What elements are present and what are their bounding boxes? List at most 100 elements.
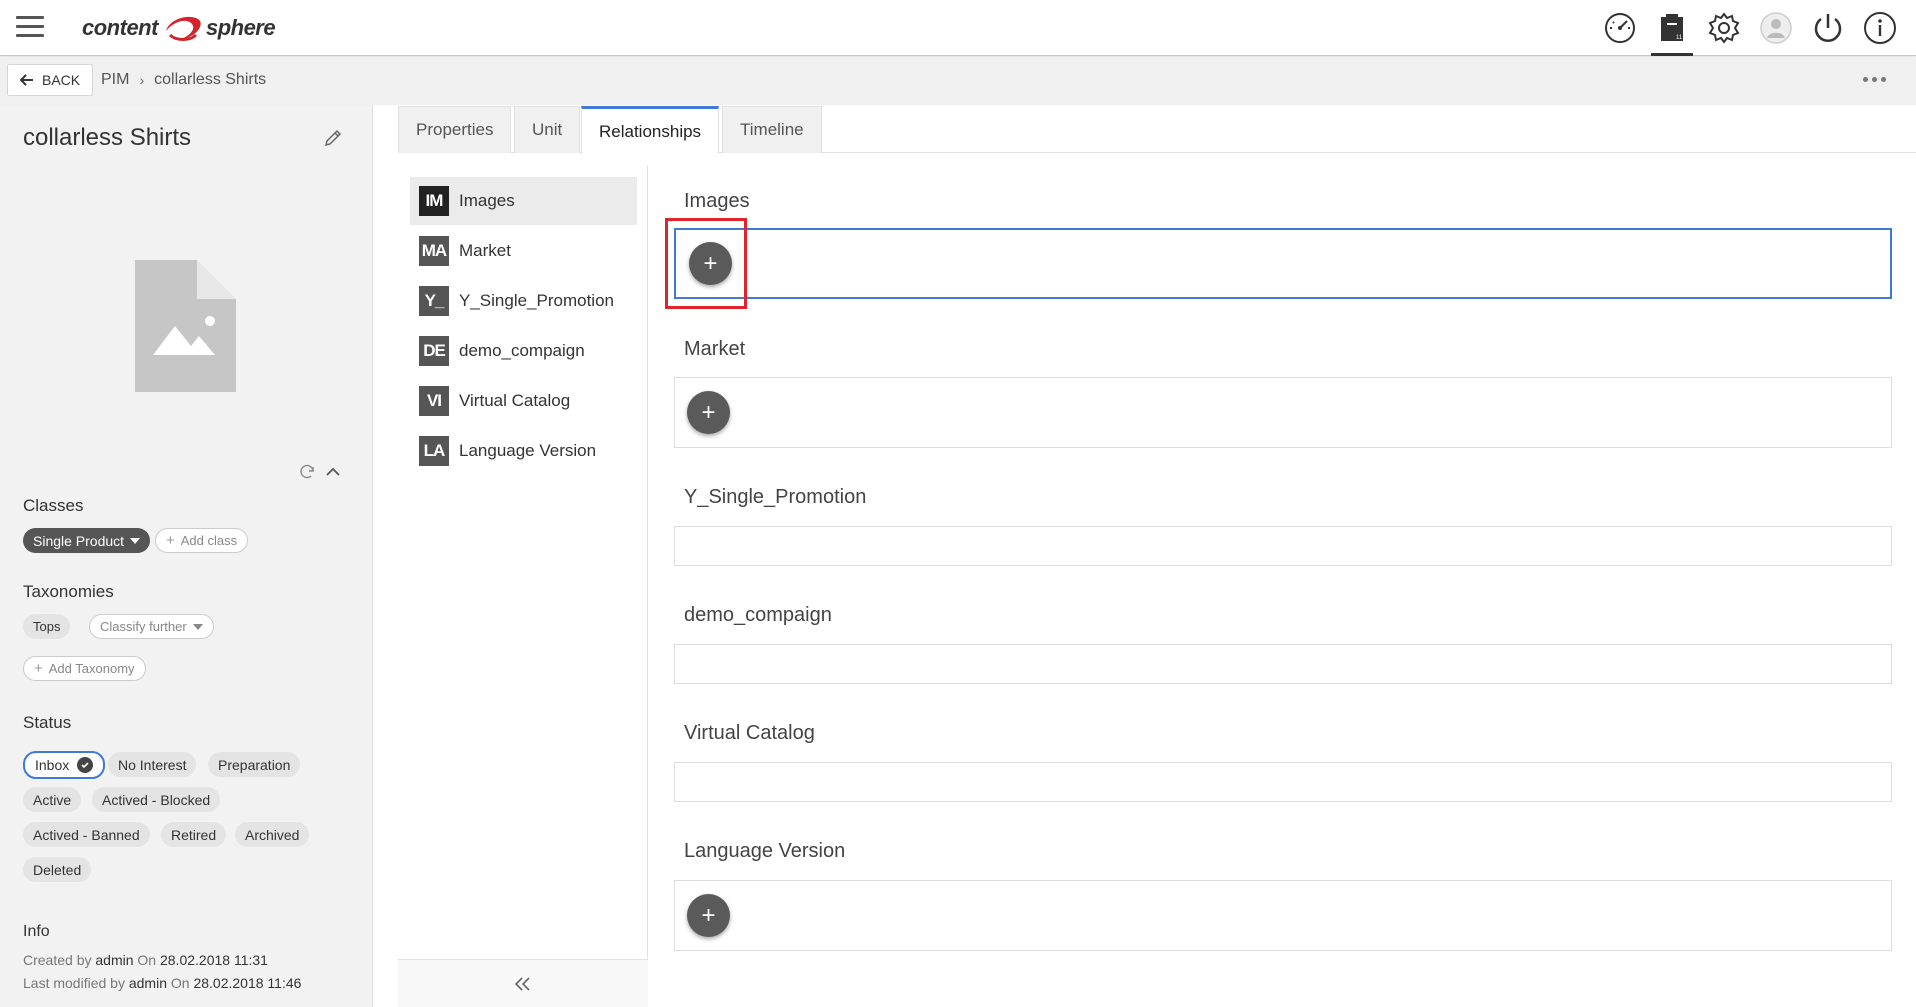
relationship-item-y-single-promotion[interactable]: Y_ Y_Single_Promotion (410, 277, 637, 325)
dashboard-icon[interactable] (1602, 10, 1638, 46)
status-chip-actived-blocked[interactable]: Actived - Blocked (92, 787, 221, 812)
relationship-label: Language Version (459, 441, 597, 460)
relationship-badge: LA (419, 436, 449, 466)
created-on-prefix: On (137, 952, 157, 968)
plus-icon: + (166, 532, 175, 549)
pim-icon[interactable]: 11 (1651, 10, 1693, 56)
tab-unit[interactable]: Unit (514, 106, 581, 153)
status-chip-label: Deleted (33, 861, 82, 878)
arrow-left-icon (20, 74, 33, 86)
status-chip-label: Active (33, 791, 72, 808)
breadcrumb-item-current: collarless Shirts (154, 71, 267, 88)
class-chip[interactable]: Single Product (23, 528, 151, 553)
add-taxonomy-button[interactable]: + Add Taxonomy (23, 656, 146, 681)
created-on: 28.02.2018 11:31 (159, 952, 268, 968)
relationship-item-images[interactable]: IM Images (410, 177, 637, 225)
relationships-content: Images + Market + Y_Single_Promotion dem… (648, 165, 1916, 1007)
logo-text-right: sphere (205, 15, 276, 40)
relationship-label: Virtual Catalog (459, 391, 571, 410)
tab-bar: Properties Unit Relationships Timeline (398, 105, 1916, 154)
group-title-language-version: Language Version (684, 840, 846, 862)
breadcrumb-bar: BACK PIM › collarless Shirts (0, 57, 1916, 105)
logo-text-left: content (82, 15, 158, 40)
caret-down-icon (130, 537, 141, 544)
settings-icon[interactable] (1706, 10, 1742, 46)
user-icon[interactable] (1758, 10, 1794, 46)
collapse-list-button[interactable] (398, 959, 648, 1007)
tab-timeline[interactable]: Timeline (722, 106, 822, 153)
power-icon[interactable] (1810, 10, 1846, 46)
check-icon (77, 757, 94, 773)
relationship-list: IM Images MA Market Y_ Y_Single_Promotio… (398, 165, 648, 1007)
tab-relationships[interactable]: Relationships (581, 106, 720, 154)
more-options-icon[interactable] (1863, 77, 1886, 82)
tab-properties[interactable]: Properties (398, 106, 512, 153)
classes-label: Classes (23, 496, 84, 515)
app-logo[interactable]: content sphere (82, 10, 276, 46)
status-chip-label: Archived (245, 826, 300, 843)
relationship-badge: IM (419, 186, 449, 216)
classify-further-dropdown[interactable]: Classify further (89, 614, 214, 639)
back-button[interactable]: BACK (7, 64, 94, 96)
group-box-market[interactable]: + (674, 377, 1892, 448)
status-chip-inbox[interactable]: Inbox (23, 751, 106, 779)
taxonomy-chip[interactable]: Tops (23, 614, 71, 639)
group-title-demo-compaign: demo_compaign (684, 604, 832, 626)
status-chip-no-interest[interactable]: No Interest (108, 752, 197, 777)
created-info: Created by admin On 28.02.2018 11:31 (23, 952, 268, 968)
modified-info: Last modified by admin On 28.02.2018 11:… (23, 975, 301, 991)
add-class-button[interactable]: + Add class (155, 528, 249, 553)
modified-on-prefix: On (170, 975, 190, 991)
hamburger-menu-icon[interactable] (16, 16, 44, 38)
status-chip-active[interactable]: Active (23, 787, 82, 812)
pencil-edit-icon[interactable] (322, 127, 344, 149)
info-label: Info (23, 923, 50, 940)
back-label: BACK (42, 72, 81, 88)
status-chip-archived[interactable]: Archived (235, 822, 310, 847)
relationship-badge: Y_ (419, 286, 449, 316)
group-box-language-version[interactable]: + (674, 880, 1892, 951)
classify-further-label: Classify further (100, 619, 187, 634)
created-prefix: Created by (23, 952, 92, 968)
relationship-item-demo-compaign[interactable]: DE demo_compaign (410, 327, 637, 375)
group-box-y-single-promotion[interactable] (674, 526, 1892, 566)
relationship-badge: VI (419, 386, 449, 416)
status-chip-label: Preparation (218, 756, 291, 773)
logo-swoosh-icon (165, 16, 201, 41)
group-box-virtual-catalog[interactable] (674, 762, 1892, 802)
status-chip-preparation[interactable]: Preparation (208, 752, 301, 777)
relationship-item-market[interactable]: MA Market (410, 227, 637, 275)
status-chip-retired[interactable]: Retired (161, 822, 227, 847)
group-box-demo-compaign[interactable] (674, 644, 1892, 684)
product-title: collarless Shirts (23, 124, 192, 151)
breadcrumb-item-pim[interactable]: PIM (101, 71, 129, 89)
group-title-y-single-promotion: Y_Single_Promotion (684, 486, 867, 508)
modified-prefix: Last modified by (23, 975, 125, 991)
relationship-item-virtual-catalog[interactable]: VI Virtual Catalog (410, 377, 637, 425)
status-chip-deleted[interactable]: Deleted (23, 857, 92, 882)
chevron-up-icon[interactable] (324, 463, 342, 481)
refresh-icon[interactable] (298, 463, 316, 481)
caret-down-icon (192, 623, 203, 630)
add-language-version-button[interactable]: + (687, 894, 730, 937)
modified-on: 28.02.2018 11:46 (193, 975, 302, 991)
plus-icon: + (34, 660, 43, 677)
status-chip-label: Actived - Blocked (102, 791, 211, 808)
created-by: admin (95, 952, 134, 968)
group-title-virtual-catalog: Virtual Catalog (684, 722, 815, 744)
group-box-images[interactable]: + (674, 228, 1892, 299)
status-chip-actived-banned[interactable]: Actived - Banned (23, 822, 150, 847)
double-chevron-left-icon (514, 976, 530, 991)
status-chip-label: Inbox (35, 757, 70, 773)
relationship-item-language-version[interactable]: LA Language Version (410, 427, 637, 475)
info-icon[interactable] (1862, 10, 1898, 46)
add-images-button[interactable]: + (689, 242, 732, 285)
relationship-label: Y_Single_Promotion (459, 291, 614, 310)
taxonomies-label: Taxonomies (23, 582, 114, 601)
top-bar: content sphere 11 (0, 0, 1916, 56)
relationship-label: Images (459, 191, 515, 210)
add-market-button[interactable]: + (687, 391, 730, 434)
chevron-right-icon: › (139, 72, 145, 88)
status-chip-label: Actived - Banned (33, 826, 140, 843)
group-title-images: Images (684, 190, 750, 212)
